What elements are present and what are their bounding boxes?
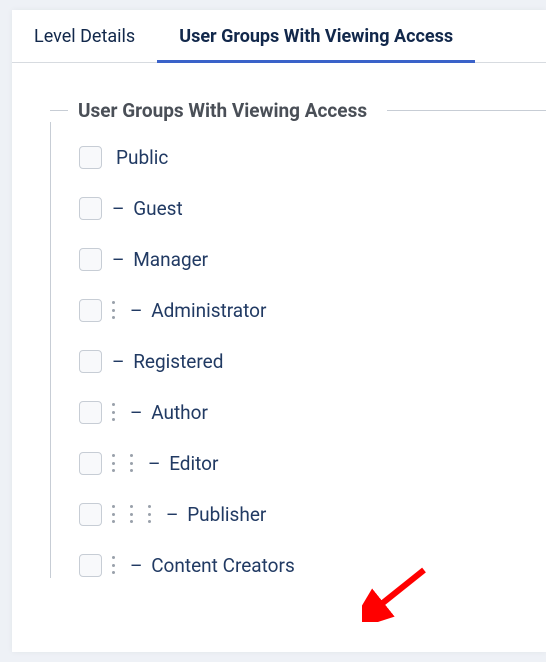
tree-indent-icon <box>112 505 116 523</box>
group-item-publisher: – Publisher <box>79 501 546 527</box>
tab-level-details[interactable]: Level Details <box>12 10 157 62</box>
checkbox-registered[interactable] <box>79 350 102 373</box>
group-label: – Publisher <box>166 503 266 526</box>
tab-user-groups-viewing-access[interactable]: User Groups With Viewing Access <box>157 10 475 63</box>
group-item-public: Public <box>79 144 546 170</box>
tree-indent-icon <box>130 505 134 523</box>
group-label: – Administrator <box>130 299 266 322</box>
checkbox-guest[interactable] <box>79 197 102 220</box>
tree-indent-icon <box>148 505 152 523</box>
group-label: – Author <box>130 401 208 424</box>
group-label: – Editor <box>148 452 218 475</box>
content-card: Level Details User Groups With Viewing A… <box>12 10 546 652</box>
group-label: – Guest <box>112 197 183 220</box>
tree-indent-icon <box>130 454 134 472</box>
tree-indent-icon <box>112 556 116 574</box>
tab-bar: Level Details User Groups With Viewing A… <box>12 10 546 63</box>
group-item-manager: – Manager <box>79 246 546 272</box>
fieldset-legend-text: User Groups With Viewing Access <box>68 99 375 122</box>
group-item-administrator: – Administrator <box>79 297 546 323</box>
fieldset-legend: User Groups With Viewing Access <box>50 99 546 122</box>
group-item-editor: – Editor <box>79 450 546 476</box>
checkbox-editor[interactable] <box>79 452 102 475</box>
group-label: – Content Creators <box>130 554 295 577</box>
group-item-content-creators: – Content Creators <box>79 552 546 578</box>
checkbox-public[interactable] <box>79 146 102 169</box>
group-item-guest: – Guest <box>79 195 546 221</box>
fieldset-border-right-stub <box>387 110 546 111</box>
group-item-author: – Author <box>79 399 546 425</box>
fieldset: User Groups With Viewing Access Public –… <box>12 63 546 578</box>
checkbox-content-creators[interactable] <box>79 554 102 577</box>
fieldset-border-left-stub <box>50 110 68 111</box>
tree-indent-icon <box>112 403 116 421</box>
group-label: – Manager <box>112 248 208 271</box>
group-label: Public <box>112 146 168 169</box>
group-item-registered: – Registered <box>79 348 546 374</box>
tree-indent-icon <box>112 454 116 472</box>
checkbox-author[interactable] <box>79 401 102 424</box>
checkbox-administrator[interactable] <box>79 299 102 322</box>
checkbox-manager[interactable] <box>79 248 102 271</box>
group-label: – Registered <box>112 350 223 373</box>
checkbox-publisher[interactable] <box>79 503 102 526</box>
group-list: Public – Guest – Manager – Admini <box>50 122 546 578</box>
tree-indent-icon <box>112 301 116 319</box>
